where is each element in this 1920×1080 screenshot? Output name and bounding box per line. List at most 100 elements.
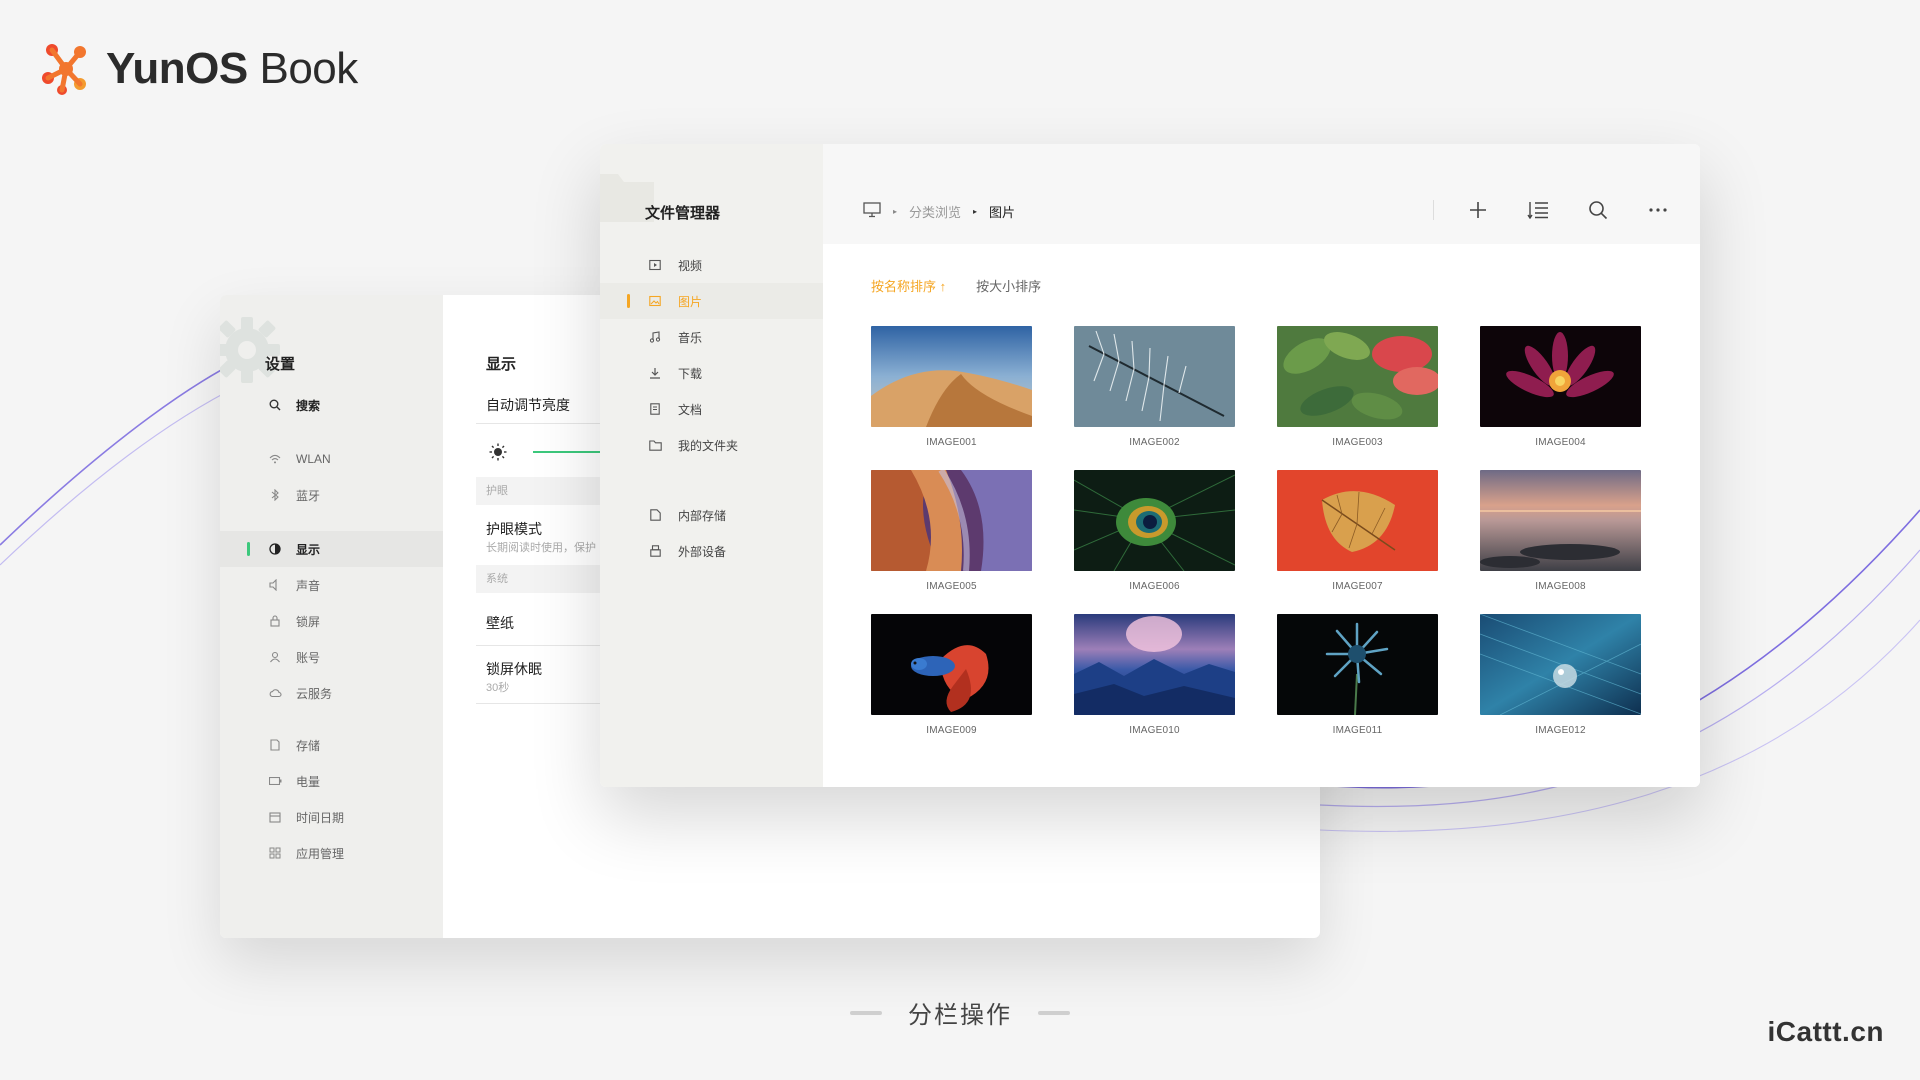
- image-grid: IMAGE001 IMAGE002 IMAGE003 IMAGE004 IMAG…: [871, 326, 1641, 736]
- thumbnail-desert: [871, 326, 1032, 427]
- settings-search-label: 搜索: [296, 398, 321, 413]
- sort-by-name-button[interactable]: 按名称排序 ↑: [871, 276, 946, 295]
- sidebar-item-apps[interactable]: 应用管理: [220, 835, 443, 871]
- yunos-logo-mark-icon: [42, 44, 86, 95]
- lock-icon: [268, 614, 282, 628]
- sidebar-item-internal-storage[interactable]: 内部存储: [600, 497, 823, 533]
- sidebar-item-label: 应用管理: [296, 846, 345, 861]
- eye-mode-label[interactable]: 护眼模式: [486, 519, 542, 539]
- sidebar-item-downloads[interactable]: 下载: [600, 355, 823, 391]
- brightness-icon: [489, 443, 507, 461]
- sidebar-item-label: 云服务: [296, 686, 333, 701]
- image-name: IMAGE008: [1535, 581, 1586, 592]
- image-tile-001[interactable]: IMAGE001: [871, 326, 1032, 448]
- display-title: 显示: [486, 356, 517, 373]
- add-icon[interactable]: [1466, 198, 1490, 222]
- sidebar-item-music[interactable]: 音乐: [600, 319, 823, 355]
- breadcrumb-separator-icon: ▸: [893, 207, 898, 216]
- image-tile-012[interactable]: IMAGE012: [1480, 614, 1641, 736]
- sidebar-item-video[interactable]: 视频: [600, 247, 823, 283]
- sidebar-item-label: 时间日期: [296, 810, 345, 825]
- folder-icon: [648, 438, 662, 452]
- yunos-logo: YunOS Book: [40, 42, 358, 96]
- sidebar-item-wlan[interactable]: WLAN: [220, 441, 443, 477]
- sidebar-item-display[interactable]: 显示: [220, 531, 443, 567]
- image-tile-007[interactable]: IMAGE007: [1277, 470, 1438, 592]
- cloud-icon: [268, 686, 282, 700]
- sidebar-item-lockscreen[interactable]: 锁屏: [220, 603, 443, 639]
- wifi-icon: [268, 452, 282, 466]
- display-icon: [268, 542, 282, 556]
- image-tile-008[interactable]: IMAGE008: [1480, 470, 1641, 592]
- breadcrumb: ▸ 分类浏览 ▸ 图片: [863, 202, 1015, 221]
- image-name: IMAGE001: [926, 437, 977, 448]
- breadcrumb-current: 图片: [989, 205, 1016, 220]
- sidebar-item-label: 存储: [296, 738, 321, 753]
- image-tile-010[interactable]: IMAGE010: [1074, 614, 1235, 736]
- sidebar-item-battery[interactable]: 电量: [220, 763, 443, 799]
- sidebar-item-sound[interactable]: 声音: [220, 567, 443, 603]
- speaker-icon: [268, 578, 282, 592]
- sidebar-item-label: 图片: [678, 294, 703, 309]
- breadcrumb-separator-icon: ▸: [973, 207, 978, 216]
- caption-dash: [1038, 1010, 1070, 1015]
- sidebar-item-label: 锁屏: [296, 614, 321, 629]
- image-tile-009[interactable]: IMAGE009: [871, 614, 1032, 736]
- caption-text: 分栏操作: [908, 1002, 1012, 1029]
- sidebar-item-my-folders[interactable]: 我的文件夹: [600, 427, 823, 463]
- calendar-icon: [268, 810, 282, 824]
- settings-title: 设置: [265, 356, 296, 373]
- image-name: IMAGE002: [1129, 437, 1180, 448]
- image-tile-011[interactable]: IMAGE011: [1277, 614, 1438, 736]
- sidebar-item-datetime[interactable]: 时间日期: [220, 799, 443, 835]
- sidebar-item-label: 电量: [296, 774, 321, 789]
- gear-watermark-icon: [220, 317, 280, 383]
- thumbnail-blue-flower: [1277, 614, 1438, 715]
- video-icon: [648, 258, 662, 272]
- sidebar-item-external-device[interactable]: 外部设备: [600, 533, 823, 569]
- thumbnail-dry-leaf: [1277, 470, 1438, 571]
- thumbnail-aurora-mountains: [1074, 614, 1235, 715]
- wallpaper-item[interactable]: 壁纸: [486, 613, 514, 633]
- search-icon[interactable]: [1586, 198, 1610, 222]
- user-icon: [268, 650, 282, 664]
- image-name: IMAGE010: [1129, 725, 1180, 736]
- caption-dash: [850, 1010, 882, 1015]
- sidebar-item-bluetooth[interactable]: 蓝牙: [220, 477, 443, 513]
- sidebar-item-storage[interactable]: 存储: [220, 727, 443, 763]
- sidebar-item-account[interactable]: 账号: [220, 639, 443, 675]
- eye-mode-description: 长期阅读时使用，保护: [486, 542, 596, 554]
- sort-list-icon[interactable]: [1526, 198, 1550, 222]
- image-tile-003[interactable]: IMAGE003: [1277, 326, 1438, 448]
- sort-by-size-button[interactable]: 按大小排序: [976, 276, 1041, 295]
- sidebar-item-label: 内部存储: [678, 508, 727, 523]
- sidebar-item-images[interactable]: 图片: [600, 283, 823, 319]
- more-icon[interactable]: [1646, 198, 1670, 222]
- presentation-canvas: YunOS Book 设置 搜索 WLAN 蓝牙 显示 声音 锁屏 账号 云服务…: [0, 0, 1920, 1080]
- sidebar-item-label: 下载: [678, 366, 703, 381]
- external-device-icon: [648, 544, 662, 558]
- lock-sleep-item[interactable]: 锁屏休眠: [486, 659, 542, 679]
- image-icon: [648, 294, 662, 308]
- sidebar-item-label: 我的文件夹: [678, 438, 739, 453]
- image-name: IMAGE012: [1535, 725, 1586, 736]
- settings-search[interactable]: 搜索: [220, 387, 443, 423]
- monitor-icon[interactable]: [863, 202, 881, 221]
- thumbnail-pine-branch: [1074, 326, 1235, 427]
- sidebar-item-cloud[interactable]: 云服务: [220, 675, 443, 711]
- toolbar-divider: [1433, 200, 1434, 220]
- file-manager-window: 文件管理器 视频 图片 音乐 下载 文档 我的文件夹 内部存储 外部设备 ▸ 分…: [600, 144, 1700, 787]
- auto-brightness-label: 自动调节亮度: [486, 397, 570, 413]
- image-name: IMAGE007: [1332, 581, 1383, 592]
- breadcrumb-level1[interactable]: 分类浏览: [909, 202, 961, 221]
- image-tile-006[interactable]: IMAGE006: [1074, 470, 1235, 592]
- image-tile-005[interactable]: IMAGE005: [871, 470, 1032, 592]
- sort-options: 按名称排序 ↑ 按大小排序: [871, 276, 1041, 295]
- sidebar-item-label: 账号: [296, 650, 321, 665]
- image-tile-004[interactable]: IMAGE004: [1480, 326, 1641, 448]
- sidebar-item-label: 文档: [678, 402, 703, 417]
- music-icon: [648, 330, 662, 344]
- image-tile-002[interactable]: IMAGE002: [1074, 326, 1235, 448]
- sidebar-item-documents[interactable]: 文档: [600, 391, 823, 427]
- thumbnail-betta-fish: [871, 614, 1032, 715]
